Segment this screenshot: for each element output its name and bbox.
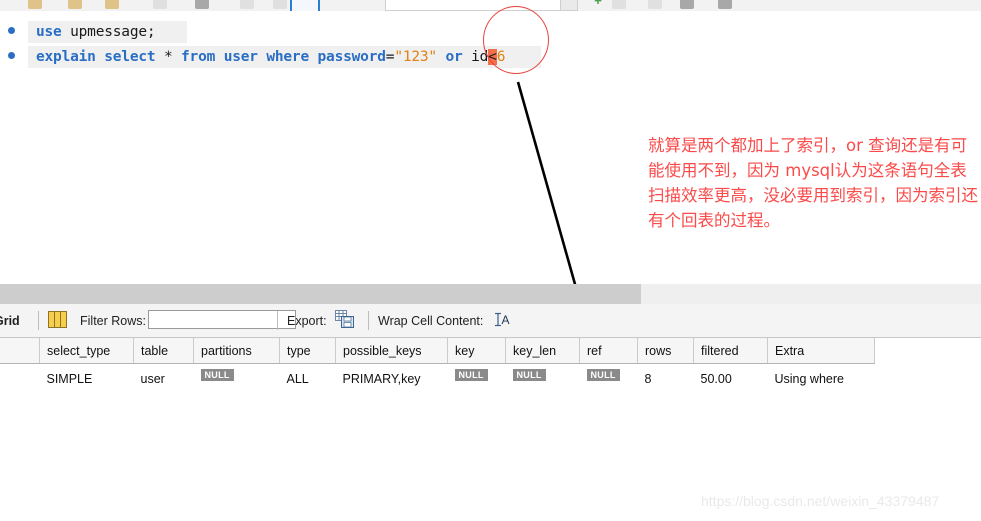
wrap-cell-content-label: Wrap Cell Content: — [378, 314, 484, 328]
grid-tab-label[interactable]: Grid — [0, 314, 20, 328]
code-token: use — [36, 24, 62, 40]
table-row[interactable]: SIMPLE user NULL ALL PRIMARY,key NULL NULL NULL… — [0, 363, 875, 393]
column-header-rownum[interactable] — [0, 338, 40, 364]
code-token: 6 — [496, 49, 506, 65]
cell-select_type[interactable]: SIMPLE — [39, 363, 134, 393]
null-badge: NULL — [454, 369, 488, 382]
explanation-note: 就算是两个都加上了索引，or 查询还是有可能使用不到，因为 mysql认为这条语… — [648, 136, 978, 230]
cell-type[interactable]: ALL — [279, 363, 336, 393]
grid-toolbar: Grid Filter Rows: Export: Wrap Cell Cont… — [0, 304, 981, 338]
column-header-key[interactable]: key — [447, 338, 506, 364]
column-header-possible_keys[interactable]: possible_keys — [335, 338, 448, 364]
code-token: where — [266, 49, 309, 65]
code-token: id — [471, 49, 489, 65]
toolbar-divider-1 — [38, 311, 39, 330]
null-badge: NULL — [586, 369, 620, 382]
stop-icon[interactable] — [273, 0, 287, 9]
watermark: https://blog.csdn.net/weixin_43379487 — [701, 493, 940, 509]
column-header-partitions[interactable]: partitions — [193, 338, 280, 364]
code-token: from — [181, 49, 216, 65]
execute-current-icon[interactable] — [195, 0, 209, 9]
results-tab-bar-filler — [641, 284, 981, 304]
code-token: select — [104, 49, 156, 65]
cell-rownum[interactable] — [0, 363, 40, 393]
explain-icon[interactable] — [240, 0, 254, 9]
cell-possible_keys[interactable]: PRIMARY,key — [335, 363, 448, 393]
export-icon[interactable] — [335, 310, 355, 329]
toggle-columns-icon[interactable] — [48, 311, 67, 328]
column-header-rows[interactable]: rows — [637, 338, 694, 364]
export-label: Export: — [287, 314, 327, 328]
cell-rows[interactable]: 8 — [637, 363, 694, 393]
code-token: explain — [36, 49, 96, 65]
context-help-icon[interactable] — [718, 0, 732, 9]
beautify-icon[interactable] — [612, 0, 626, 9]
breakpoint-marker[interactable] — [8, 52, 15, 59]
column-header-key_len[interactable]: key_len — [505, 338, 580, 364]
code-token: or — [445, 49, 463, 65]
cell-partitions[interactable]: NULL — [193, 363, 280, 393]
table-header-row: select_type table partitions type possible_k… — [0, 338, 875, 364]
save-script-icon[interactable] — [68, 0, 82, 9]
find-icon[interactable] — [648, 0, 662, 9]
results-tab-bar — [0, 284, 641, 304]
filter-rows-label: Filter Rows: — [80, 314, 146, 328]
cell-key[interactable]: NULL — [447, 363, 506, 393]
null-badge: NULL — [512, 369, 546, 382]
filter-rows-input[interactable] — [148, 310, 296, 329]
toolbar-search-button[interactable] — [560, 0, 578, 11]
code-token: "123" — [394, 49, 437, 65]
svg-text:A: A — [502, 313, 510, 327]
column-header-table[interactable]: table — [133, 338, 194, 364]
open-script-icon[interactable] — [28, 0, 42, 9]
toolbar-divider-3 — [368, 311, 369, 330]
cell-ref[interactable]: NULL — [579, 363, 638, 393]
cell-Extra[interactable]: Using where — [767, 363, 875, 393]
column-header-select_type[interactable]: select_type — [39, 338, 134, 364]
null-badge: NULL — [200, 369, 234, 382]
column-header-filtered[interactable]: filtered — [693, 338, 768, 364]
explain-result-table: select_type table partitions type possible_k… — [0, 338, 875, 393]
cell-filtered[interactable]: 50.00 — [693, 363, 768, 393]
toolbar-divider-2 — [277, 311, 278, 330]
column-header-ref[interactable]: ref — [579, 338, 638, 364]
execute-icon[interactable] — [153, 0, 167, 9]
code-token: password — [317, 49, 386, 65]
breakpoint-marker[interactable] — [8, 27, 15, 34]
save-as-icon[interactable] — [105, 0, 119, 9]
code-token: user — [223, 49, 258, 65]
column-header-type[interactable]: type — [279, 338, 336, 364]
code-line-2[interactable]: explain select * from user where passwor… — [28, 46, 541, 68]
column-header-Extra[interactable]: Extra — [767, 338, 875, 364]
code-line-1[interactable]: use upmessage; — [28, 21, 187, 43]
code-token: < — [488, 49, 497, 65]
wrap-cell-content-icon[interactable]: A — [494, 311, 511, 328]
toolbar-search-input[interactable] — [385, 0, 562, 11]
code-token: * — [163, 49, 173, 65]
cell-table[interactable]: user — [133, 363, 194, 393]
cell-key_len[interactable]: NULL — [505, 363, 580, 393]
add-icon[interactable]: + — [592, 0, 604, 8]
code-token: upmessage; — [70, 24, 156, 40]
autocomplete-icon[interactable] — [680, 0, 694, 9]
table-body: SIMPLE user NULL ALL PRIMARY,key NULL NULL NULL… — [0, 363, 875, 393]
